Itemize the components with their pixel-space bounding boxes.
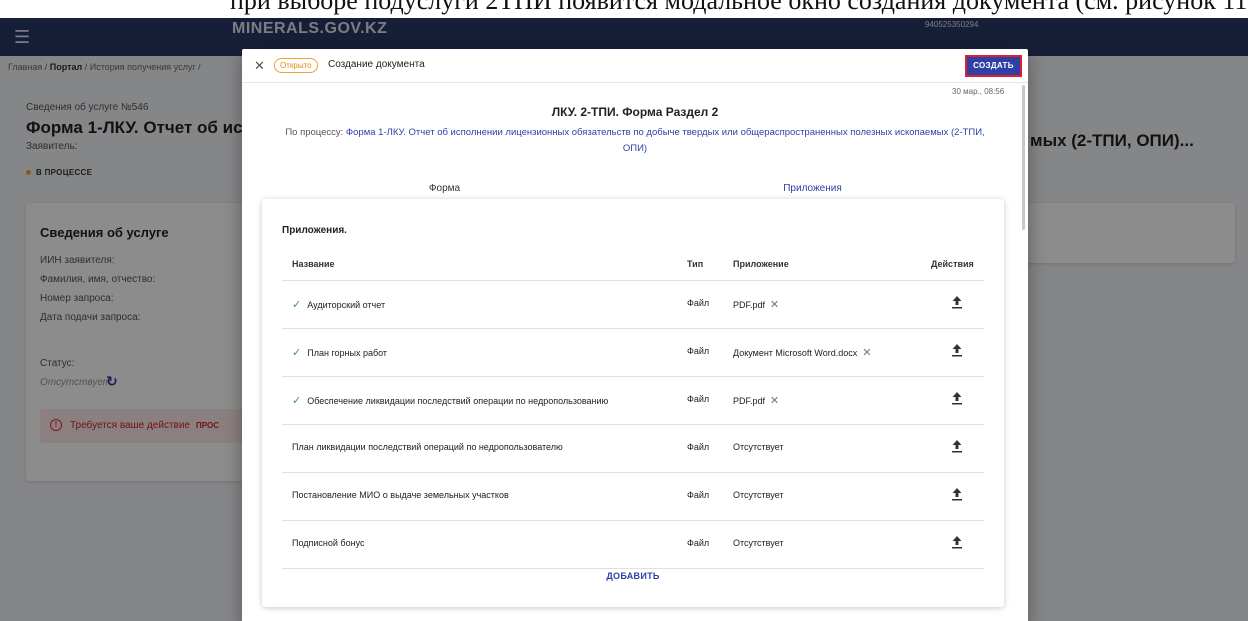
row-attachment-cell: Отсутствует (733, 490, 783, 500)
document-caption: при выборе подуслуги 2ТПИ появится модал… (0, 0, 1248, 18)
attachment-missing: Отсутствует (733, 490, 784, 500)
row-name-cell: ✓ Аудиторский отчет (292, 298, 385, 311)
column-actions: Действия (931, 259, 974, 269)
attachments-heading: Приложения. (282, 225, 347, 236)
upload-icon[interactable] (950, 486, 964, 502)
add-button[interactable]: ДОБАВИТЬ (262, 571, 1004, 581)
row-type: Файл (687, 538, 710, 548)
column-type: Тип (687, 259, 704, 269)
document-date: 30 мар., 08:56 (952, 87, 1005, 96)
row-name: Обеспечение ликвидации последствий опера… (307, 396, 609, 406)
remove-icon[interactable]: ✕ (862, 347, 871, 359)
row-name: План горных работ (307, 348, 388, 358)
row-type: Файл (687, 346, 710, 356)
row-name: Аудиторский отчет (307, 300, 386, 310)
row-name: План ликвидации последствий операций по … (292, 442, 563, 452)
attachment-missing: Отсутствует (733, 442, 784, 452)
table-row: План ликвидации последствий операций по … (282, 425, 984, 473)
upload-icon[interactable] (950, 390, 964, 406)
upload-icon[interactable] (950, 438, 964, 454)
row-type: Файл (687, 490, 710, 500)
attachment-file-link[interactable]: PDF.pdf (733, 396, 765, 406)
remove-icon[interactable]: ✕ (770, 299, 779, 311)
caption-text: при выборе подуслуги 2ТПИ появится модал… (230, 0, 1248, 15)
column-attachment: Приложение (733, 259, 789, 269)
attachments-table-header: Название Тип Приложение Действия (282, 251, 984, 281)
table-row: ✓ Обеспечение ликвидации последствий опер… (282, 377, 984, 425)
process-link[interactable]: Форма 1-ЛКУ. Отчет об исполнении лицензи… (346, 127, 985, 154)
row-type: Файл (687, 298, 710, 308)
tab-attachments[interactable]: Приложения (629, 179, 996, 201)
row-name: Подписной бонус (292, 538, 365, 548)
check-icon: ✓ (292, 299, 302, 311)
row-type: Файл (687, 442, 710, 452)
status-chip: Открыто (274, 58, 318, 73)
row-name-cell: Подписной бонус (292, 538, 364, 548)
modal-tabs: Форма Приложения (260, 179, 996, 201)
row-attachment-cell: Документ Microsoft Word.docx ✕ (733, 346, 872, 359)
column-name: Название (292, 259, 335, 269)
table-row: ✓ План горных работ Файл Документ Microsoft… (282, 329, 984, 377)
row-attachment-cell: Отсутствует (733, 538, 783, 548)
attachments-card: Приложения. Название Тип Приложение Дейс… (262, 199, 1004, 607)
row-type: Файл (687, 394, 710, 404)
create-document-modal: ✕ Открыто Создание документа СОЗДАТЬ 30 … (242, 49, 1028, 621)
row-attachment-cell: PDF.pdf ✕ (733, 394, 779, 407)
upload-icon[interactable] (950, 534, 964, 550)
modal-header: ✕ Открыто Создание документа СОЗДАТЬ (242, 49, 1028, 83)
row-name-cell: Постановление МИО о выдаче земельных уча… (292, 490, 509, 500)
form-title: ЛКУ. 2-ТПИ. Форма Раздел 2 (551, 105, 719, 119)
process-line: По процессу: Форма 1-ЛКУ. Отчет об испол… (282, 125, 988, 157)
check-icon: ✓ (292, 347, 302, 359)
upload-icon[interactable] (950, 294, 964, 310)
check-icon: ✓ (292, 395, 302, 407)
row-name-cell: План ликвидации последствий операций по … (292, 442, 563, 452)
app-background: ☰ MINERALS.GOV.KZ 940525350294 Главная /… (0, 18, 1248, 621)
attachment-file-link[interactable]: PDF.pdf (733, 300, 765, 310)
create-button[interactable]: СОЗДАТЬ (965, 55, 1022, 77)
row-attachment-cell: Отсутствует (733, 442, 783, 452)
upload-icon[interactable] (950, 342, 964, 358)
close-icon[interactable]: ✕ (254, 58, 265, 74)
table-row: ✓ Аудиторский отчет Файл PDF.pdf ✕ (282, 281, 984, 329)
attachment-file-link[interactable]: Документ Microsoft Word.docx (733, 348, 857, 358)
row-name: Постановление МИО о выдаче земельных уча… (292, 490, 509, 500)
tab-form[interactable]: Форма (260, 179, 629, 201)
process-prefix: По процессу: (285, 127, 346, 138)
row-name-cell: ✓ Обеспечение ликвидации последствий опер… (292, 394, 608, 407)
table-row: Подписной бонус Файл Отсутствует (282, 521, 984, 569)
attachment-missing: Отсутствует (733, 538, 784, 548)
remove-icon[interactable]: ✕ (770, 395, 779, 407)
row-attachment-cell: PDF.pdf ✕ (733, 298, 779, 311)
table-row: Постановление МИО о выдаче земельных уча… (282, 473, 984, 521)
modal-title: Создание документа (328, 59, 425, 70)
row-name-cell: ✓ План горных работ (292, 346, 387, 359)
